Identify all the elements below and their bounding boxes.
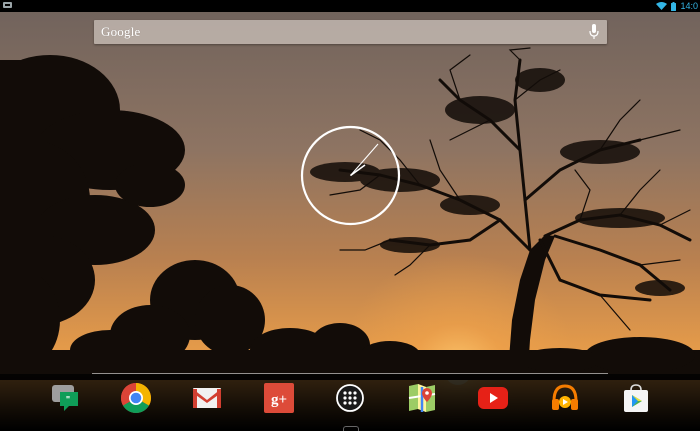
- svg-text:": ": [66, 395, 70, 405]
- gmail-icon[interactable]: [189, 380, 225, 416]
- mic-icon[interactable]: [589, 24, 599, 45]
- play-store-icon[interactable]: [618, 380, 654, 416]
- maps-icon[interactable]: [404, 380, 440, 416]
- status-icons: 14:0: [656, 0, 698, 12]
- clock-minute-hand: [350, 143, 379, 176]
- home-button-peek: [343, 426, 359, 431]
- hangouts-icon[interactable]: ": [46, 380, 82, 416]
- svg-text:g+: g+: [271, 392, 287, 408]
- notification-icon[interactable]: [3, 0, 12, 12]
- google-search-bar[interactable]: Google: [94, 20, 607, 44]
- google-plus-icon[interactable]: g+: [261, 380, 297, 416]
- analog-clock-widget[interactable]: [300, 125, 401, 226]
- status-time: 14:0: [680, 1, 698, 11]
- app-drawer-icon[interactable]: [332, 380, 368, 416]
- battery-icon: [671, 1, 677, 11]
- wifi-icon: [656, 2, 668, 10]
- chrome-icon[interactable]: [118, 380, 154, 416]
- search-label: Google: [101, 24, 141, 39]
- status-bar: 14:0: [0, 0, 700, 12]
- youtube-icon[interactable]: [475, 380, 511, 416]
- play-music-icon[interactable]: [547, 380, 583, 416]
